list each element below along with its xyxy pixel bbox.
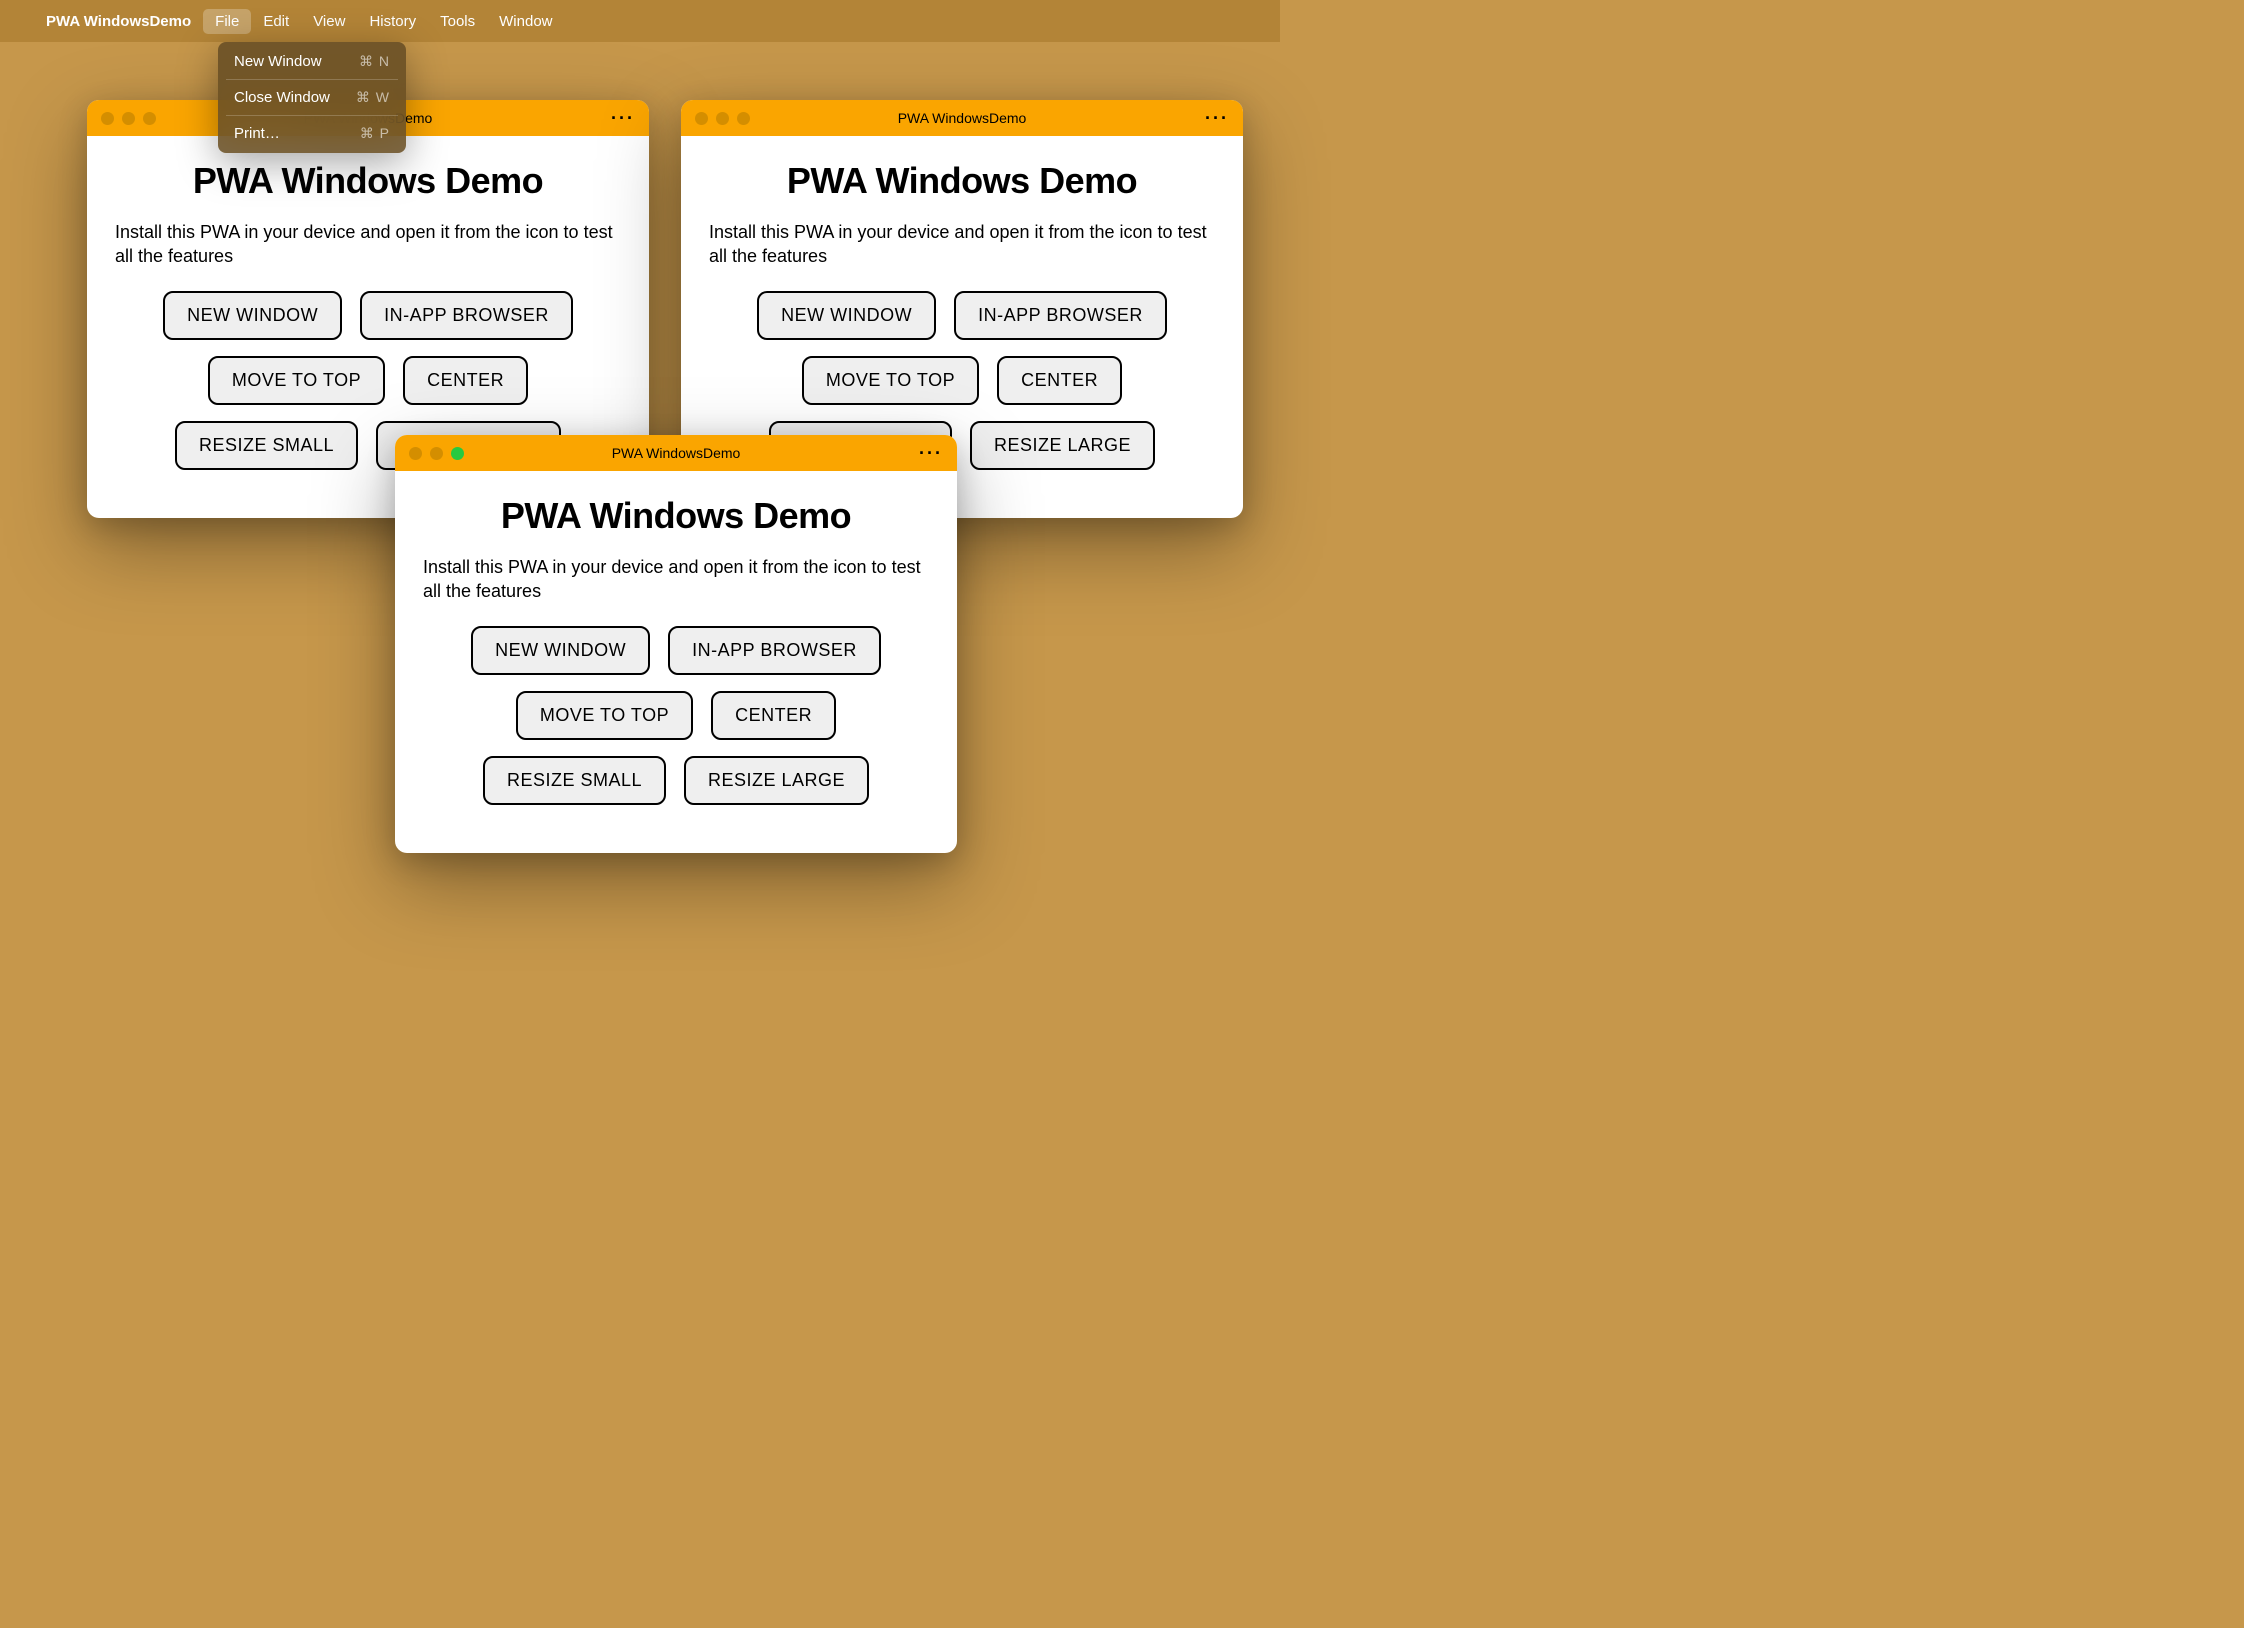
menu-item-shortcut: ⌘ P <box>360 125 390 142</box>
move-to-top-button[interactable]: MOVE TO TOP <box>208 356 385 405</box>
page-title: PWA Windows Demo <box>115 160 621 202</box>
in-app-browser-button[interactable]: IN-APP BROWSER <box>360 291 573 340</box>
center-button[interactable]: CENTER <box>997 356 1122 405</box>
page-title: PWA Windows Demo <box>709 160 1215 202</box>
in-app-browser-button[interactable]: IN-APP BROWSER <box>668 626 881 675</box>
file-dropdown-menu: New Window ⌘ N Close Window ⌘ W Print… ⌘… <box>218 42 406 153</box>
menu-item-shortcut: ⌘ N <box>359 53 390 70</box>
close-icon[interactable] <box>101 112 114 125</box>
pwa-window-3: PWA WindowsDemo ··· PWA Windows Demo Ins… <box>395 435 957 853</box>
minimize-icon[interactable] <box>122 112 135 125</box>
close-icon[interactable] <box>695 112 708 125</box>
window-title: PWA WindowsDemo <box>898 110 1027 126</box>
move-to-top-button[interactable]: MOVE TO TOP <box>802 356 979 405</box>
menu-item-label: Close Window <box>234 89 330 106</box>
menubar-window[interactable]: Window <box>487 9 564 34</box>
maximize-icon[interactable] <box>143 112 156 125</box>
window-title: PWA WindowsDemo <box>612 445 741 461</box>
menubar-history[interactable]: History <box>357 9 428 34</box>
traffic-lights <box>409 447 464 460</box>
menu-item-label: Print… <box>234 125 280 142</box>
menu-print[interactable]: Print… ⌘ P <box>218 119 406 148</box>
menu-separator <box>226 79 398 80</box>
menubar-file[interactable]: File <box>203 9 251 34</box>
maximize-icon[interactable] <box>737 112 750 125</box>
page-description: Install this PWA in your device and open… <box>115 220 621 269</box>
in-app-browser-button[interactable]: IN-APP BROWSER <box>954 291 1167 340</box>
menubar-view[interactable]: View <box>301 9 357 34</box>
minimize-icon[interactable] <box>716 112 729 125</box>
close-icon[interactable] <box>409 447 422 460</box>
page-title: PWA Windows Demo <box>423 495 929 537</box>
menu-close-window[interactable]: Close Window ⌘ W <box>218 83 406 112</box>
resize-large-button[interactable]: RESIZE LARGE <box>970 421 1155 470</box>
new-window-button[interactable]: NEW WINDOW <box>757 291 936 340</box>
more-icon[interactable]: ··· <box>919 443 943 464</box>
center-button[interactable]: CENTER <box>711 691 836 740</box>
minimize-icon[interactable] <box>430 447 443 460</box>
menubar-edit[interactable]: Edit <box>251 9 301 34</box>
macos-menubar: PWA WindowsDemo File Edit View History T… <box>0 0 1280 42</box>
menubar-app-name[interactable]: PWA WindowsDemo <box>34 9 203 34</box>
move-to-top-button[interactable]: MOVE TO TOP <box>516 691 693 740</box>
window-titlebar[interactable]: PWA WindowsDemo ··· <box>395 435 957 471</box>
maximize-icon[interactable] <box>451 447 464 460</box>
traffic-lights <box>101 112 156 125</box>
window-titlebar[interactable]: PWA WindowsDemo ··· <box>681 100 1243 136</box>
new-window-button[interactable]: NEW WINDOW <box>471 626 650 675</box>
menu-item-label: New Window <box>234 53 322 70</box>
resize-small-button[interactable]: RESIZE SMALL <box>175 421 358 470</box>
more-icon[interactable]: ··· <box>1205 108 1229 129</box>
menu-separator <box>226 115 398 116</box>
new-window-button[interactable]: NEW WINDOW <box>163 291 342 340</box>
menu-new-window[interactable]: New Window ⌘ N <box>218 47 406 76</box>
resize-large-button[interactable]: RESIZE LARGE <box>684 756 869 805</box>
window-content: PWA Windows Demo Install this PWA in you… <box>395 471 957 853</box>
page-description: Install this PWA in your device and open… <box>423 555 929 604</box>
resize-small-button[interactable]: RESIZE SMALL <box>483 756 666 805</box>
center-button[interactable]: CENTER <box>403 356 528 405</box>
menubar-tools[interactable]: Tools <box>428 9 487 34</box>
traffic-lights <box>695 112 750 125</box>
menu-item-shortcut: ⌘ W <box>356 89 390 106</box>
more-icon[interactable]: ··· <box>611 108 635 129</box>
page-description: Install this PWA in your device and open… <box>709 220 1215 269</box>
